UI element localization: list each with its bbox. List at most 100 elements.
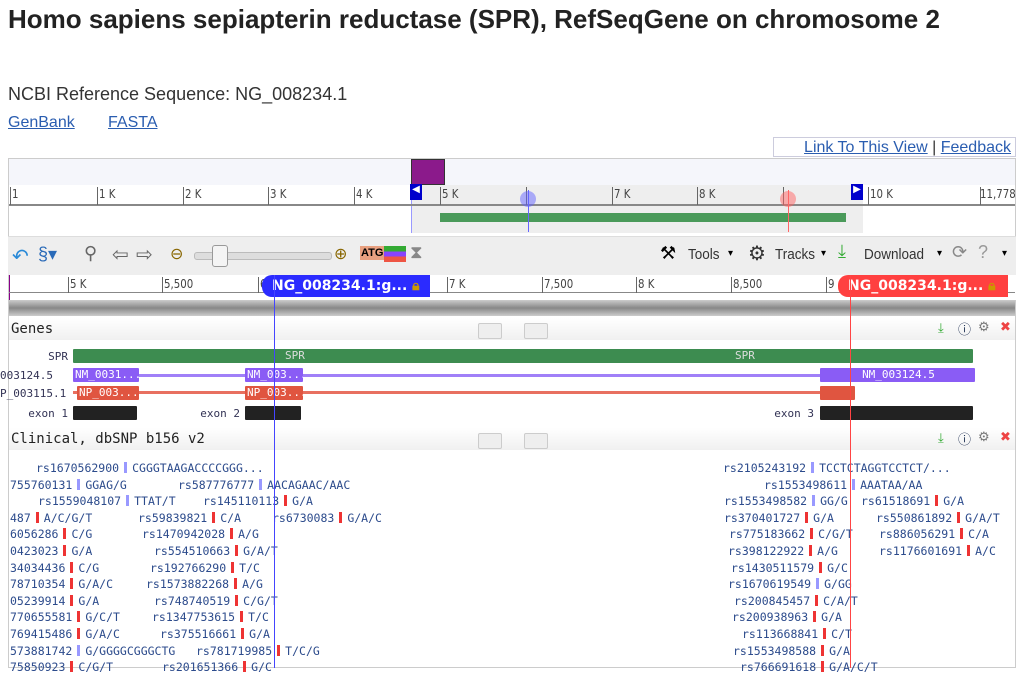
lock-icon[interactable]: 🔒︎ [988,278,995,294]
back-icon[interactable]: ↶ [12,244,29,269]
snp-item[interactable]: rs775183662 C/G/T [729,527,853,541]
exon-bar[interactable] [245,406,301,420]
info-icon[interactable]: ⓘ [958,319,971,338]
download-menu[interactable]: Download [864,246,924,263]
info-icon[interactable]: ⓘ [958,429,971,448]
pan-right-icon[interactable]: ⇨ [136,242,153,267]
prev-feature-button[interactable] [478,323,502,339]
exon-bar[interactable] [73,406,137,420]
snp-item[interactable]: rs375516661 G/A [160,627,270,641]
help-icon[interactable]: ? [978,242,988,263]
tracks-menu[interactable]: Tracks [775,246,815,263]
snp-item[interactable]: rs781719985 T/C/G [196,644,320,658]
snp-item[interactable]: 0423023 G/A [10,544,92,558]
snp-item[interactable]: rs766691618 G/A/C/T [740,660,878,674]
download-icon[interactable]: ⤓ [938,320,944,336]
left-handle[interactable]: ◀ [410,184,422,200]
collapse-icon[interactable]: ⧗ [410,242,423,263]
snp-item[interactable]: 769415486 G/A/C [10,627,120,641]
snp-item[interactable]: rs200845457 C/A/T [734,594,858,608]
snp-id: 0423023 [10,544,59,558]
track-layout-icon[interactable] [384,246,406,262]
snp-item[interactable]: 770655581 G/C/T [10,610,120,624]
next-feature-button[interactable] [524,323,548,339]
right-handle[interactable]: ▶ [851,184,863,200]
snp-item[interactable]: rs1176601691 A/C [879,544,996,558]
snp-item[interactable]: rs1670619549 G/GG [728,577,852,591]
snp-item[interactable]: rs201651366 G/C [162,660,272,674]
zoom-out-icon[interactable]: ⊖ [170,244,183,264]
tools-icon[interactable]: ⚒ [660,243,676,264]
snp-item[interactable]: 34034436 C/G [10,561,99,575]
next-feature-button[interactable] [524,433,548,449]
blue-lock-icon[interactable] [520,191,536,207]
feedback-link[interactable]: Feedback [941,139,1011,156]
rna-exon-bar[interactable]: NM_003124.5 [820,368,975,382]
snp-item[interactable]: rs1430511579 G/C [731,561,848,575]
snp-item[interactable]: 75850923 C/G/T [10,660,113,674]
snp-item[interactable]: 755760131 GGAG/G [10,478,127,492]
snp-item[interactable]: rs192766290 T/C [150,561,260,575]
snp-item[interactable]: rs1470942028 A/G [142,527,259,541]
snp-item[interactable]: rs398122922 A/G [728,544,838,558]
fasta-link[interactable]: FASTA [108,114,158,132]
blue-marker-flag[interactable]: NG_008234.1:g... 🔒︎ [262,275,430,297]
snp-item[interactable]: rs1559048107 TTAT/T [38,494,176,508]
gear-icon[interactable]: ⚙ [978,319,990,335]
protein-exon-bar[interactable]: NP_003... [77,386,139,400]
snp-item[interactable]: rs61518691 G/A [861,494,964,508]
snp-item[interactable]: 05239914 G/A [10,594,99,608]
snp-item[interactable]: rs113668841 C/T [742,627,852,641]
snp-item[interactable]: rs1553498611 AAATAA/AA [764,478,922,492]
gene-bar-spr[interactable]: SPR SPR [73,349,973,363]
snp-item[interactable]: rs1670562900 CGGGTAAGACCCCGGG... [36,461,264,475]
overview-selection[interactable] [411,185,863,233]
exon-bar[interactable] [820,406,973,420]
snp-item[interactable]: rs550861892 G/A/T [876,511,1000,525]
snp-item[interactable]: rs1553498588 G/A [733,644,850,658]
red-marker-flag[interactable]: NG_008234.1:g... 🔒︎ [838,275,1008,297]
red-lock-icon[interactable] [780,191,796,207]
prev-feature-button[interactable] [478,433,502,449]
snp-item[interactable]: rs59839821 C/A [138,511,241,525]
genbank-link[interactable]: GenBank [8,114,75,132]
lock-icon[interactable]: 🔒︎ [412,278,419,294]
snp-item[interactable]: rs370401727 G/A [724,511,834,525]
zoom-slider-thumb[interactable] [212,245,228,267]
snp-item[interactable]: rs886056291 C/A [879,527,989,541]
rna-exon-bar[interactable]: NM_0031... [73,368,139,382]
snp-item[interactable]: 78710354 G/A/C [10,577,113,591]
refresh-icon[interactable]: ⟳ [952,242,967,263]
snp-item[interactable]: 487 A/C/G/T [10,511,92,525]
pan-left-icon[interactable]: ⇦ [112,242,129,267]
tools-dropdown-icon[interactable]: ▾ [728,248,733,259]
download-icon[interactable]: ⤓ [938,430,944,446]
snp-item[interactable]: rs2105243192 TCCTCTAGGTCCTCT/... [723,461,951,475]
snp-item[interactable]: rs748740519 C/G/T [154,594,278,608]
close-icon[interactable]: ✖ [1000,429,1011,445]
snp-item[interactable]: rs200938963 G/A [732,610,842,624]
download-icon[interactable]: ⤓ [838,241,846,262]
download-dropdown-icon[interactable]: ▾ [937,248,942,259]
overview-block[interactable] [411,159,445,185]
snp-item[interactable]: 6056286 C/G [10,527,92,541]
sequence-icon[interactable]: ATG [360,246,385,260]
snp-item[interactable]: rs1553498582 GG/G [724,494,848,508]
snp-item[interactable]: rs6730083 G/A/C [272,511,382,525]
tools-menu[interactable]: Tools [688,246,720,263]
zoom-in-icon[interactable]: ⊕ [334,244,347,264]
snp-item[interactable]: rs145110113 G/A [203,494,313,508]
snp-item[interactable]: rs1347753615 T/C [152,610,269,624]
link-to-this-view[interactable]: Link To This View [804,139,928,156]
link-icon[interactable]: §▾ [38,244,57,265]
tracks-dropdown-icon[interactable]: ▾ [821,248,826,259]
snp-item[interactable]: rs1573882268 A/G [146,577,263,591]
snp-item[interactable]: 573881742 G/GGGGCGGGCTG [10,644,175,658]
gear-icon[interactable]: ⚙ [978,429,990,445]
zoom-selection-icon[interactable]: ⚲ [84,243,97,264]
close-icon[interactable]: ✖ [1000,319,1011,335]
snp-item[interactable]: rs587776777 AACAGAAC/AAC [178,478,350,492]
help-dropdown-icon[interactable]: ▾ [1002,248,1007,259]
snp-item[interactable]: rs554510663 G/A/T [154,544,278,558]
gear-icon[interactable]: ⚙ [748,241,766,266]
